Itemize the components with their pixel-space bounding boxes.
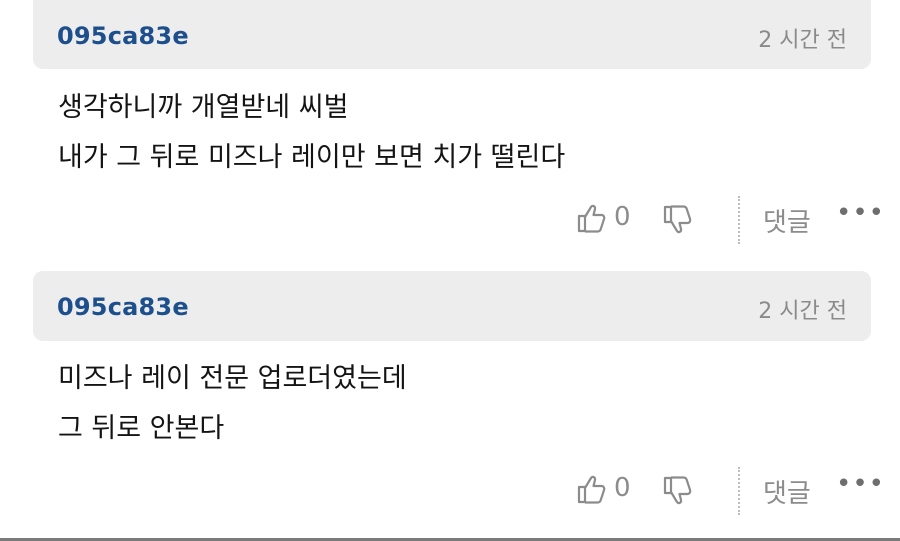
thumbs-up-icon[interactable]: [576, 473, 608, 505]
comment-timestamp: 2 시간 전: [758, 299, 847, 324]
thumbs-up-icon[interactable]: [576, 202, 608, 234]
comment-text-line: 내가 그 뒤로 미즈나 레이만 보면 치가 떨린다: [58, 142, 566, 173]
action-divider: [738, 196, 740, 244]
comment-text-line: 생각하니까 개열받네 씨벌: [58, 92, 349, 123]
comment-body: 생각하니까 개열받네 씨벌 내가 그 뒤로 미즈나 레이만 보면 치가 떨린다: [58, 83, 838, 183]
comment-actions: 0 댓글 •••: [0, 196, 900, 244]
comment-author[interactable]: 095ca83e: [57, 22, 189, 50]
like-count: 0: [614, 473, 631, 503]
thumbs-down-icon[interactable]: [662, 204, 694, 236]
action-divider: [738, 467, 740, 515]
comment-actions: 0 댓글 •••: [0, 467, 900, 515]
more-icon[interactable]: •••: [836, 469, 885, 499]
comment-author[interactable]: 095ca83e: [57, 293, 189, 321]
more-icon[interactable]: •••: [836, 198, 885, 228]
comment-header: 095ca83e 2 시간 전: [33, 271, 871, 341]
comment-text-line: 미즈나 레이 전문 업로더였는데: [58, 363, 407, 394]
reply-button[interactable]: 댓글: [763, 202, 811, 239]
like-count: 0: [614, 202, 631, 232]
reply-button[interactable]: 댓글: [763, 473, 811, 510]
comment-text-line: 그 뒤로 안본다: [58, 413, 225, 444]
comment-header: 095ca83e 2 시간 전: [33, 0, 871, 69]
comment-timestamp: 2 시간 전: [758, 28, 847, 53]
comment-body: 미즈나 레이 전문 업로더였는데 그 뒤로 안본다: [58, 354, 838, 454]
thumbs-down-icon[interactable]: [662, 475, 694, 507]
